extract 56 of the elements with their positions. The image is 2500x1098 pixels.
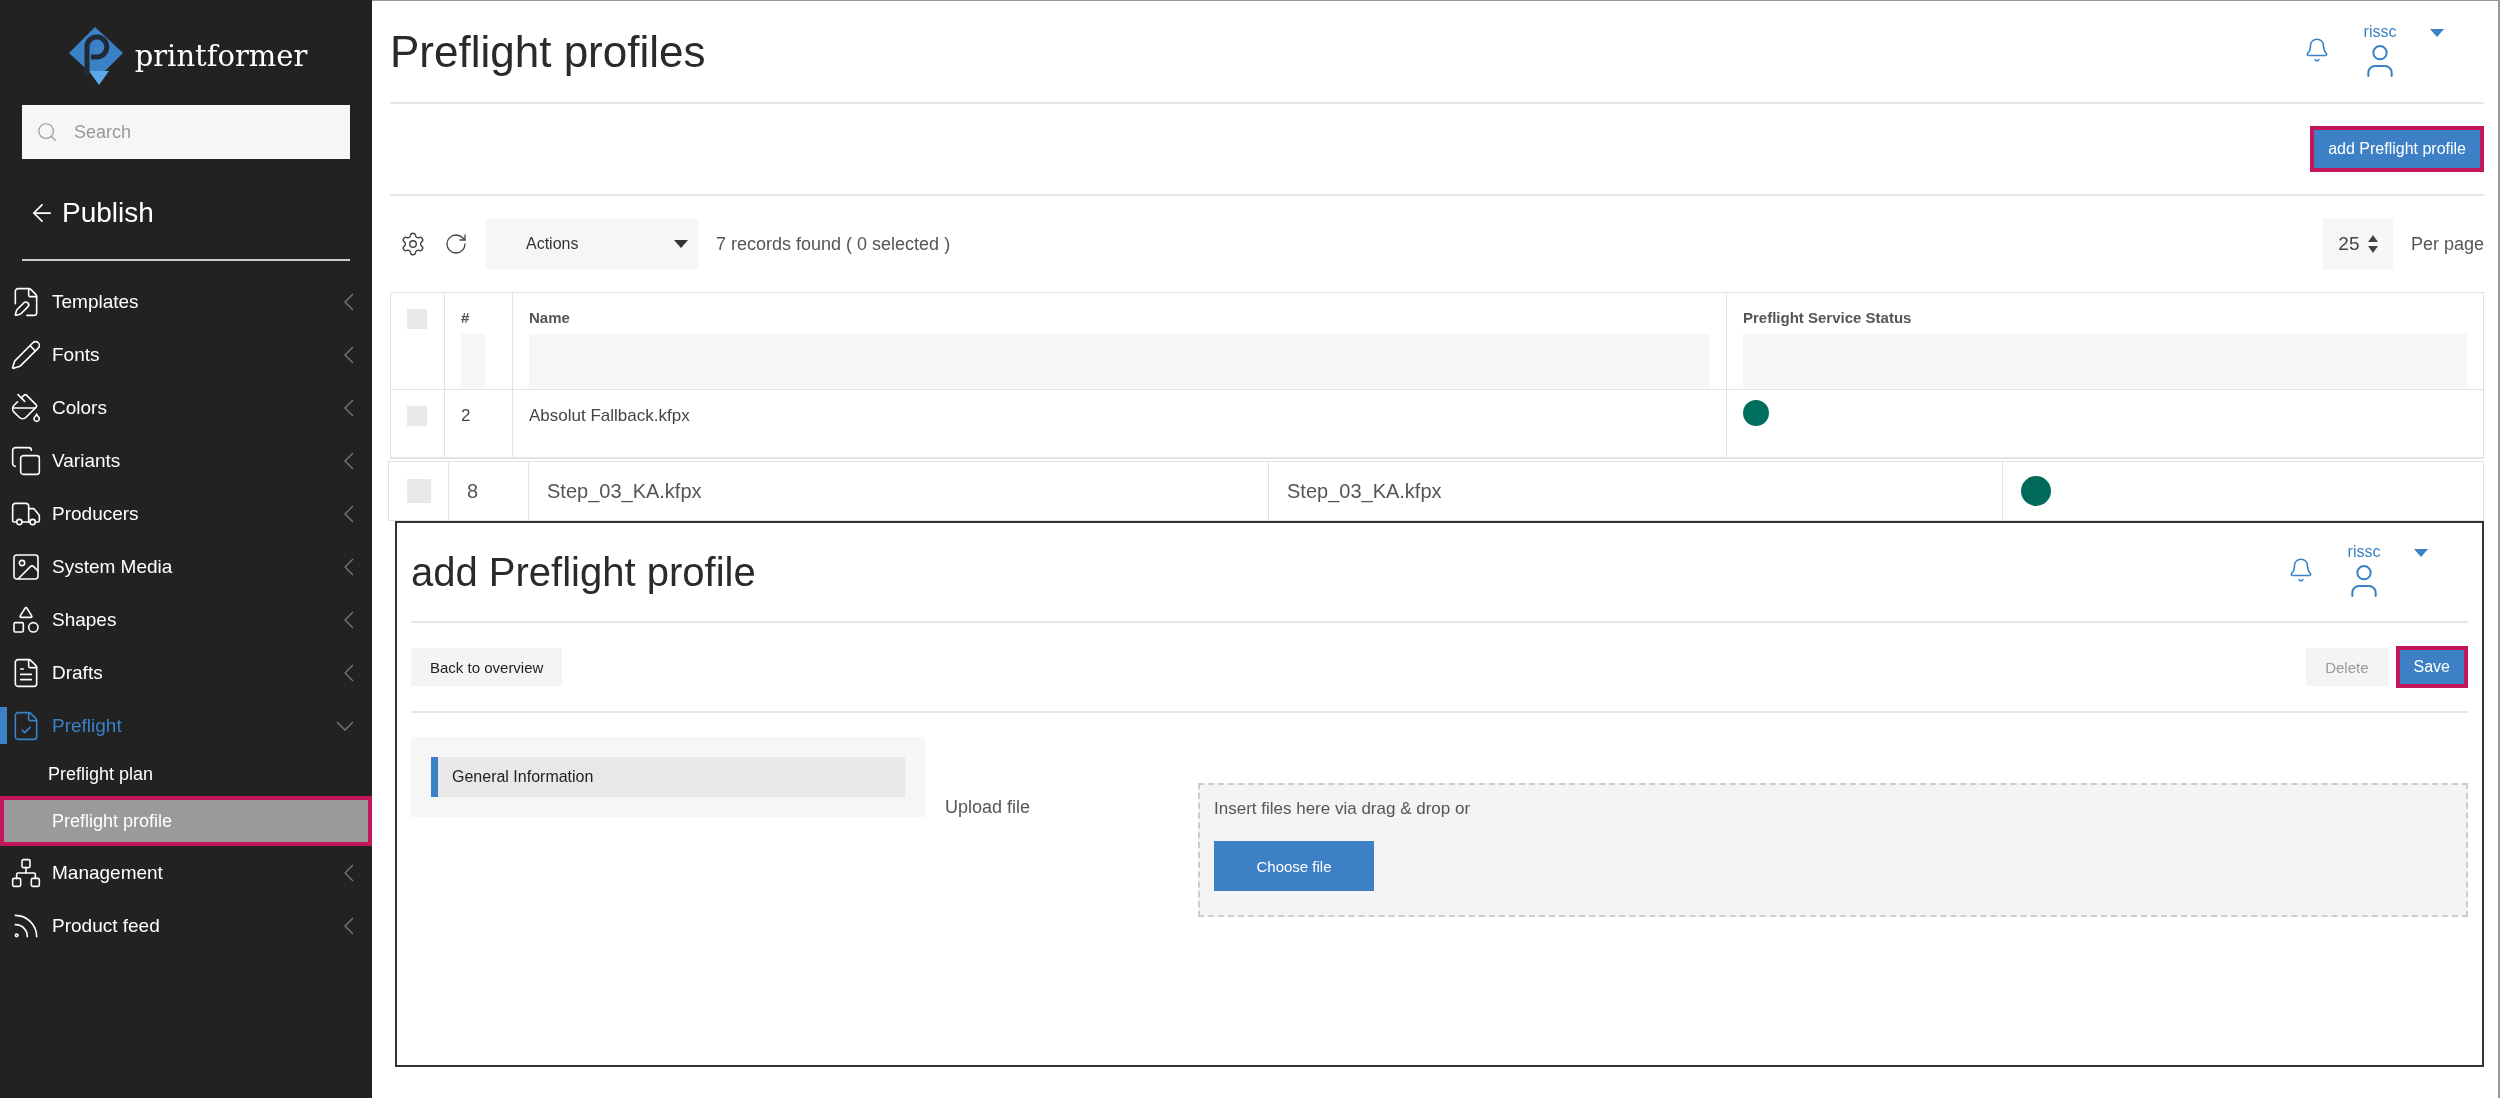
user-name[interactable]: rissc [2347,543,2381,561]
table-cell: Step_03_KA.kfpx [1287,479,1442,503]
per-page-label: Per page [2410,233,2484,255]
user-name[interactable]: rissc [2363,22,2397,41]
search-field[interactable]: Search [22,105,350,159]
records-count: 7 records found ( 0 selected ) [716,233,951,255]
notification-bell-icon[interactable] [2304,36,2330,63]
sidebar-item[interactable]: Colors [0,381,372,434]
dropdown-caret-icon[interactable] [2430,28,2444,37]
caret-icon [674,240,688,248]
page-title: Preflight profiles [390,26,707,77]
column-header: Name [529,309,571,326]
drop-hint: Insert files here via drag & drop or [1214,799,1471,819]
sidebar-item[interactable]: Preflight [0,699,372,752]
choose-file-button[interactable]: Choose file [1214,841,1374,891]
sidebar-item[interactable]: Fonts [0,328,372,381]
back-link[interactable]: Publish [62,197,154,229]
refresh-icon[interactable] [444,232,468,256]
filter-field[interactable] [461,334,485,388]
dropdown-caret-icon[interactable] [2414,549,2428,557]
notification-bell-icon[interactable] [2288,557,2314,583]
sidebar-item[interactable]: Drafts [0,646,372,699]
sidebar-item[interactable]: Shapes [0,593,372,646]
sidebar-subitem[interactable]: Preflight plan [0,752,372,796]
table-cell-text: Absolut Fallback.kfpx [529,406,691,426]
actions-dropdown[interactable]: Actions [486,219,698,269]
per-page-select[interactable]: 25 [2322,218,2393,270]
network-icon [10,856,42,889]
paint-bucket-icon [10,391,42,424]
active-indicator [0,707,7,744]
sidebar-item[interactable]: Product feed [0,899,372,952]
form-title: add Preflight profile [411,549,757,595]
stepper-icon [2367,235,2378,253]
settings-icon[interactable] [400,231,426,257]
pages-icon [10,444,42,477]
add-profile-button[interactable]: add Preflight profile [2310,126,2484,172]
logo-text: printformer [134,38,308,73]
sidebar-item[interactable]: Templates [0,275,372,328]
sidebar-item[interactable]: System Media [0,540,372,593]
pencil-icon [10,338,42,371]
save-button[interactable]: Save [2395,646,2468,688]
back-to-overview-button[interactable]: Back to overview [411,648,563,686]
file-drop-zone[interactable]: Insert files here via drag & drop or Choose file [1198,783,2468,917]
search-icon [36,121,58,143]
column-header: Preflight Service Status [1743,309,1913,326]
table-cell: Step_03_KA.kfpx [547,479,702,503]
section-tab[interactable]: General Information [431,757,905,797]
table-cell-text: 2 [461,406,472,426]
sidebar-item[interactable]: Management [0,846,372,899]
sidebar-item[interactable]: Variants [0,434,372,487]
column-header: # [461,309,471,326]
sidebar-item[interactable]: Producers [0,487,372,540]
table-cell: 8 [467,479,479,503]
filter-field[interactable] [529,334,1710,388]
filter-field[interactable] [1743,334,2467,388]
upload-label: Upload file [945,797,1032,819]
